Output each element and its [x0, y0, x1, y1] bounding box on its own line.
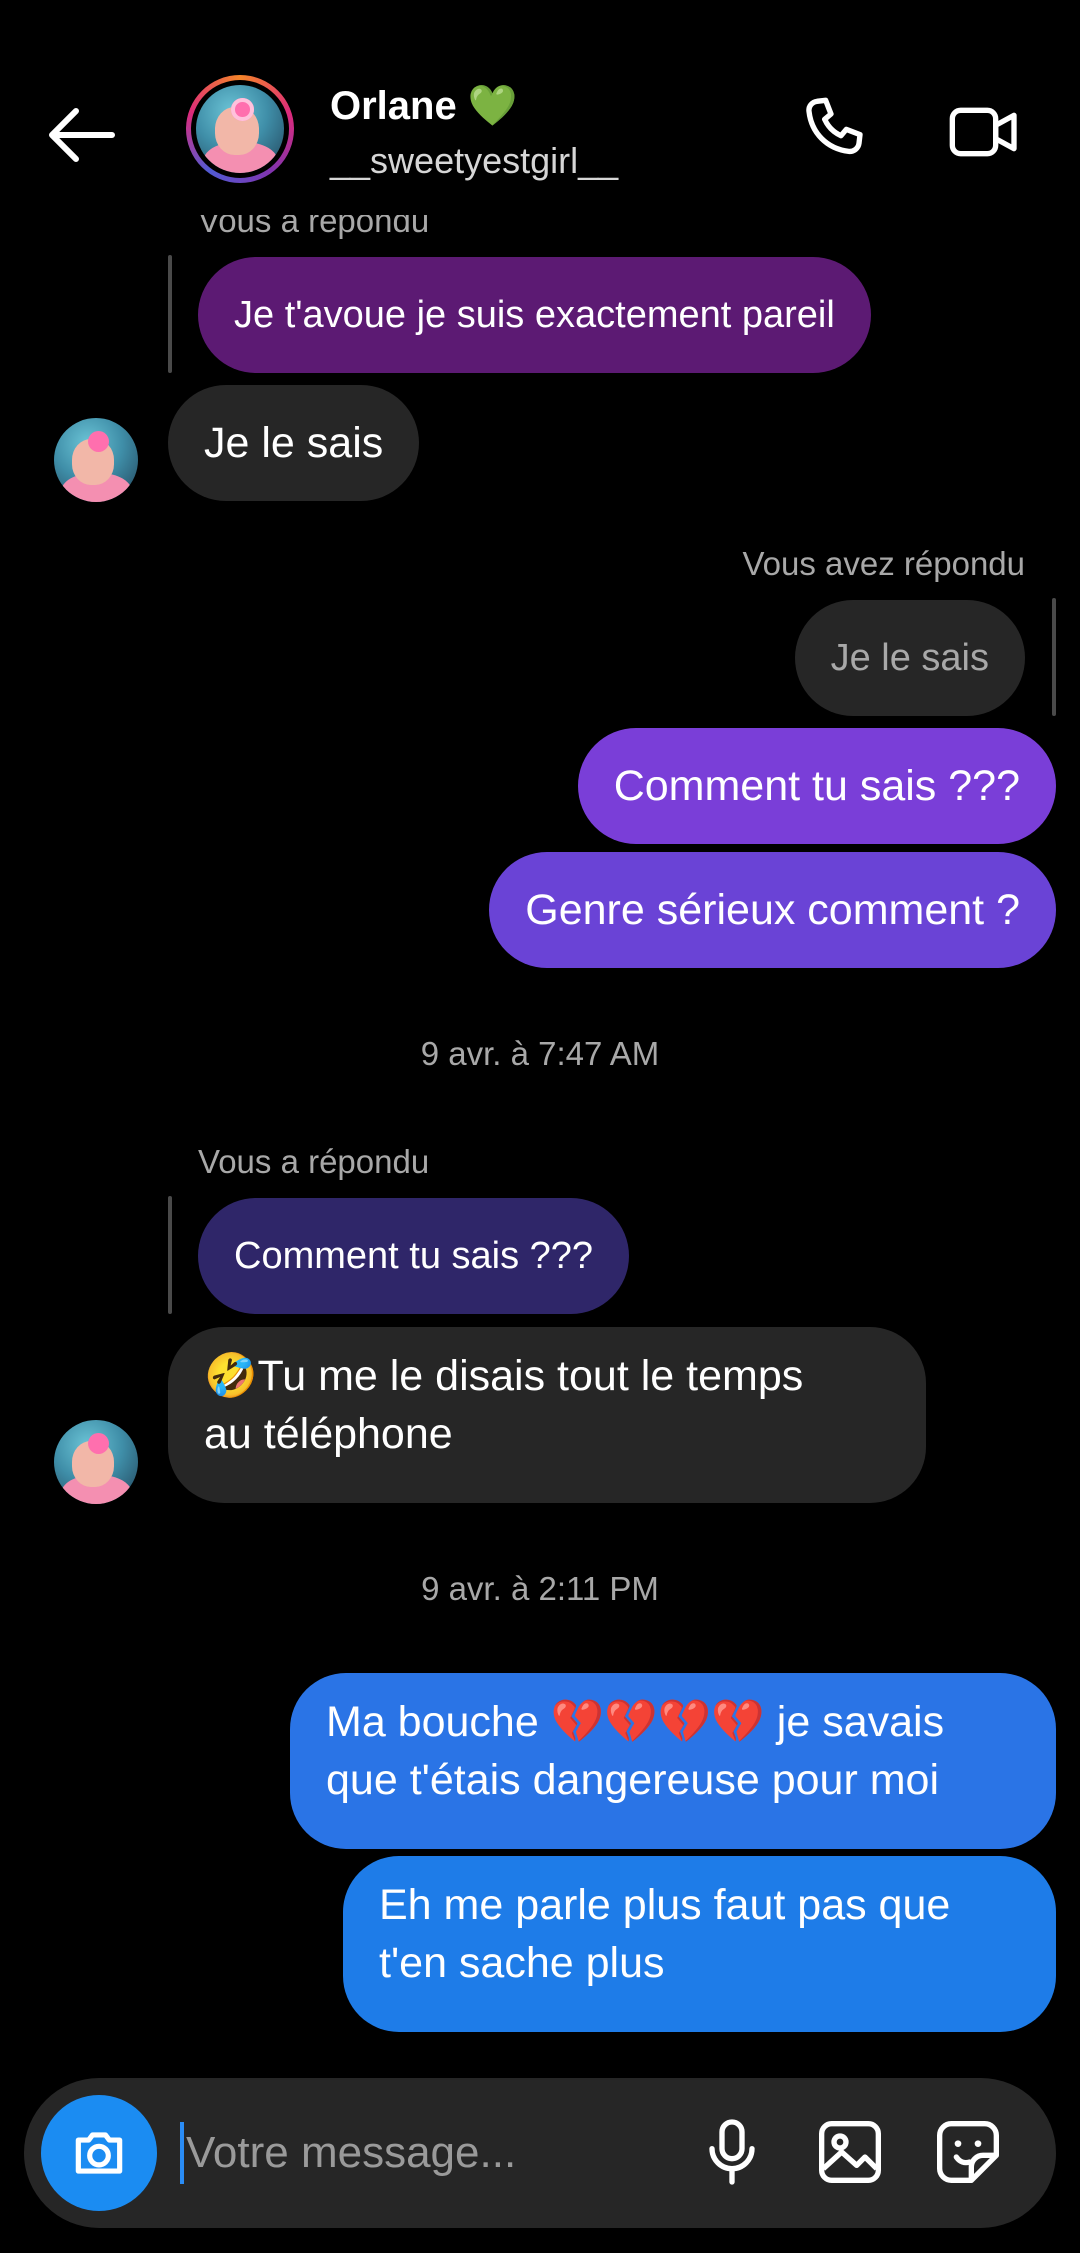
message-line: au téléphone	[204, 1410, 453, 1458]
contact-username[interactable]: __sweetyestgirl__	[330, 140, 618, 182]
outgoing-message[interactable]: Comment tu sais ???	[577, 728, 1056, 844]
message-line: t'en sache plus	[379, 1939, 665, 1987]
voice-message-button[interactable]	[692, 2112, 772, 2192]
reply-bar	[168, 1196, 172, 1314]
image-icon	[819, 2121, 881, 2183]
back-button[interactable]	[40, 95, 130, 175]
contact-avatar[interactable]	[186, 75, 294, 183]
outgoing-message[interactable]: Genre sérieux comment ?	[489, 852, 1056, 968]
video-camera-icon	[949, 107, 1017, 157]
message-line: Eh me parle plus faut pas que	[379, 1881, 951, 1929]
timestamp: 9 avr. à 2:11 PM	[421, 1570, 659, 1607]
reply-bar	[1052, 598, 1056, 716]
text-cursor	[180, 2122, 184, 2184]
chat-header: Orlane 💚 __sweetyestgirl__	[0, 0, 1080, 215]
reply-bar	[168, 255, 172, 373]
sticker-button[interactable]	[928, 2112, 1008, 2192]
arrow-left-icon	[49, 108, 115, 162]
sender-avatar[interactable]	[54, 1420, 138, 1504]
message-input[interactable]	[186, 2118, 686, 2188]
incoming-message[interactable]: Je le sais	[168, 385, 420, 501]
video-call-button[interactable]	[944, 92, 1024, 172]
reply-label: Vous a répondu	[198, 1143, 430, 1180]
message-line: Ma bouche 💔💔💔💔 je savais	[326, 1698, 945, 1746]
camera-button[interactable]	[41, 2095, 157, 2211]
contact-name[interactable]: Orlane 💚	[330, 82, 518, 129]
sticker-icon	[937, 2121, 999, 2183]
message-line: que t'étais dangereuse pour moi	[326, 1756, 940, 1804]
message-composer	[24, 2078, 1056, 2228]
quoted-message[interactable]: Je le sais	[794, 600, 1025, 716]
microphone-icon	[709, 2119, 755, 2185]
quoted-message[interactable]: Je t'avoue je suis exactement pareil	[198, 257, 871, 373]
gallery-button[interactable]	[810, 2112, 890, 2192]
reply-label: Vous avez répondu	[742, 545, 1025, 582]
phone-icon	[806, 97, 863, 155]
quoted-message[interactable]: Comment tu sais ???	[198, 1198, 630, 1314]
incoming-message[interactable]: 🤣Tu me le disais tout le temps au téléph…	[168, 1327, 926, 1503]
message-line: 🤣Tu me le disais tout le temps	[204, 1352, 804, 1400]
timestamp: 9 avr. à 7:47 AM	[420, 1035, 660, 1072]
outgoing-message[interactable]: Eh me parle plus faut pas que t'en sache…	[343, 1856, 1056, 2032]
camera-icon	[75, 2132, 123, 2174]
sender-avatar[interactable]	[54, 418, 138, 502]
outgoing-message[interactable]: Ma bouche 💔💔💔💔 je savais que t'étais dan…	[290, 1673, 1056, 1849]
call-button[interactable]	[795, 92, 875, 172]
